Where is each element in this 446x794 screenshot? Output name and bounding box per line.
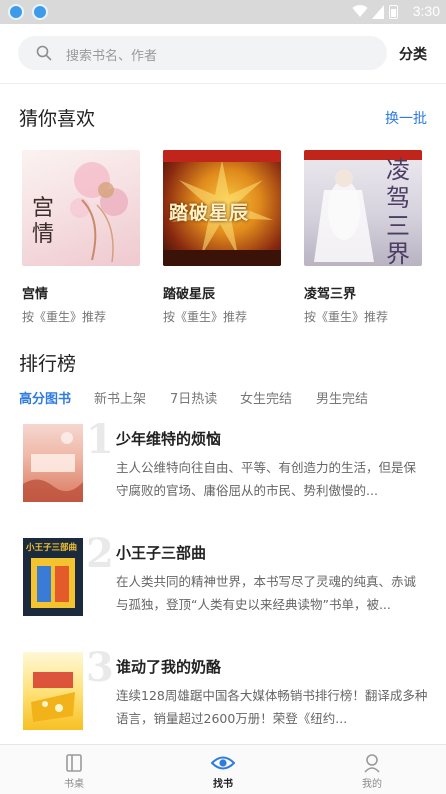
- book-description: 主人公维特向往自由、平等、有创造力的生活，但是保守腐败的官场、庸俗屈从的市民、势…: [116, 460, 417, 498]
- book-cover[interactable]: [23, 652, 83, 730]
- status-time: 3:30: [412, 3, 440, 19]
- cover-art: [23, 432, 83, 502]
- nav-label: 找书: [213, 779, 233, 790]
- nav-bookshelf[interactable]: 书桌: [24, 745, 124, 794]
- ranking-title: 排行榜: [19, 353, 77, 375]
- person-icon: [364, 754, 380, 773]
- cover-title: 宫情: [32, 196, 55, 247]
- signal-icon: [372, 5, 384, 19]
- book-title: 宫情: [22, 287, 49, 302]
- search-input[interactable]: 搜索书名、作者: [18, 36, 387, 70]
- status-bar: 3:30: [0, 0, 446, 24]
- book-description: 在人类共同的精神世界，本书写尽了灵魂的纯真、赤诚与孤独，登顶“人类有史以来经典读…: [116, 574, 417, 612]
- book-description: 连续128周雄踞中国各大媒体畅销书排行榜！翻译成多种语言，销量超过2600万册！…: [116, 688, 428, 726]
- battery-icon: [389, 5, 398, 19]
- recommend-title: 猜你喜欢: [19, 108, 96, 130]
- book-cover[interactable]: [23, 424, 83, 502]
- app-notification-icon: [32, 4, 48, 20]
- ranking-list-item[interactable]: 1 少年维特的烦恼 主人公维特向往自由、平等、有创造力的生活，但是保守腐败的官场…: [0, 416, 446, 524]
- tab-male-finished[interactable]: 男生完结: [316, 388, 368, 407]
- app-notification-icon: [8, 4, 24, 20]
- book-cover[interactable]: 凌驾三界: [304, 150, 422, 266]
- search-icon: [36, 45, 52, 61]
- nav-label: 书桌: [64, 779, 84, 790]
- book-recommend-reason: 按《重生》推荐: [304, 310, 389, 324]
- nav-find-books[interactable]: 找书: [173, 745, 273, 794]
- tab-7day-hot[interactable]: 7日热读: [170, 388, 217, 407]
- book-card[interactable]: 宫情 宫情 按《重生》推荐: [22, 150, 142, 325]
- ranking-list-item[interactable]: 小王子三部曲 2 小王子三部曲 在人类共同的精神世界，本书写尽了灵魂的纯真、赤诚…: [0, 530, 446, 638]
- book-title: 谁动了我的奶酪: [116, 658, 222, 676]
- bookshelf-icon: [66, 754, 82, 772]
- eye-icon: [211, 756, 235, 770]
- rank-number: 1: [86, 416, 114, 463]
- cover-title: 凌驾三界: [386, 156, 410, 266]
- tab-new-books[interactable]: 新书上架: [94, 388, 146, 407]
- book-title: 小王子三部曲: [116, 544, 207, 562]
- book-cover[interactable]: 宫情: [22, 150, 140, 266]
- rank-number: 2: [86, 530, 114, 577]
- nav-profile[interactable]: 我的: [322, 745, 422, 794]
- book-title: 踏破星辰: [163, 287, 216, 302]
- cover-title: 小王子三部曲: [26, 543, 78, 553]
- book-card[interactable]: 踏破星辰 踏破星辰 按《重生》推荐: [163, 150, 283, 325]
- book-recommend-reason: 按《重生》推荐: [163, 310, 248, 324]
- wifi-icon: [352, 5, 368, 18]
- ranking-list-item[interactable]: 3 谁动了我的奶酪 连续128周雄踞中国各大媒体畅销书排行榜！翻译成多种语言，销…: [0, 644, 446, 752]
- nav-label: 我的: [362, 779, 382, 790]
- book-card[interactable]: 凌驾三界 凌驾三界 按《重生》推荐: [304, 150, 424, 325]
- book-recommend-reason: 按《重生》推荐: [22, 310, 107, 324]
- bottom-nav: 书桌 找书 我的: [0, 744, 446, 794]
- search-placeholder: 搜索书名、作者: [66, 49, 158, 64]
- book-title: 少年维特的烦恼: [116, 430, 222, 448]
- book-cover[interactable]: 踏破星辰: [163, 150, 281, 266]
- book-title: 凌驾三界: [304, 287, 357, 302]
- search-header: 搜索书名、作者 分类: [0, 24, 446, 84]
- refresh-button[interactable]: 换一批: [385, 108, 427, 128]
- tab-high-score[interactable]: 高分图书: [19, 388, 71, 407]
- category-button[interactable]: 分类: [399, 44, 427, 64]
- cover-art: [31, 672, 75, 722]
- rank-number: 3: [86, 644, 114, 691]
- cover-title: 踏破星辰: [169, 202, 250, 224]
- tab-female-finished[interactable]: 女生完结: [240, 388, 292, 407]
- book-cover[interactable]: 小王子三部曲: [23, 538, 83, 616]
